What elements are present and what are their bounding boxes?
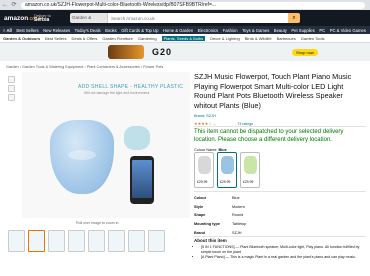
subnav-item[interactable]: Gardening <box>138 36 157 41</box>
spec-row: Mounting type Tabletop <box>194 220 304 229</box>
nav-item[interactable]: Today's Deals <box>75 28 101 33</box>
divider <box>194 191 366 192</box>
swatch-green[interactable]: £29.99 <box>240 152 260 188</box>
spec-row: Colour Blue <box>194 194 304 203</box>
swatch-price: £29.99 <box>220 180 231 184</box>
spec-table: Colour Blue Style Modern Shape Round Mounti… <box>194 194 304 237</box>
main-nav: ≡ All Best Sellers New Releases Today's … <box>0 26 370 34</box>
swatch-price: £29.99 <box>197 180 208 184</box>
nav-item[interactable]: Gift Cards & Top Up <box>121 28 158 33</box>
logo-text: amazon <box>4 14 29 22</box>
search-bar: Garden & Outdoors ▾ ⌕ <box>70 13 300 23</box>
spec-value: Tabletop <box>232 222 247 227</box>
small-pot-image <box>124 126 150 150</box>
spec-value: SZJH <box>232 230 242 235</box>
thumbnail[interactable] <box>148 230 165 252</box>
nav-item[interactable]: New Releases <box>43 28 70 33</box>
thumbnail-strip <box>8 76 16 103</box>
thumbnail[interactable] <box>108 230 125 252</box>
nav-item[interactable]: PC <box>319 28 325 33</box>
subnav-item[interactable]: Birds & Wildlife <box>245 36 272 41</box>
swatch-price: £29.99 <box>243 180 254 184</box>
about-item: [5 IN 1 FUNCTIONS] — Plant Bluetooth spe… <box>201 245 366 255</box>
delivery-alert: This item cannot be dispatched to your s… <box>194 129 344 143</box>
divider <box>194 236 366 237</box>
search-icon[interactable]: ⌕ <box>288 13 300 23</box>
thumbnail[interactable] <box>68 230 85 252</box>
promo-banner[interactable]: G20 Shop now <box>0 43 370 61</box>
site-header: amazon.co.uk Deliver to Serbia Garden & … <box>0 10 370 26</box>
subnav-item[interactable]: Garden & Outdoors <box>3 36 40 41</box>
thumbnail[interactable] <box>48 230 65 252</box>
subnav-item-active[interactable]: Plants, Seeds & Bulbs <box>161 35 206 41</box>
nav-item[interactable]: Books <box>105 28 117 33</box>
deliver-location: Serbia <box>34 17 50 23</box>
nav-item[interactable]: Electronics <box>198 28 218 33</box>
back-icon[interactable]: ← <box>1 1 9 9</box>
nav-item[interactable]: Toys & Games <box>242 28 269 33</box>
subnav-item[interactable]: Best Sellers <box>45 36 66 41</box>
banner-image <box>108 45 144 59</box>
breadcrumb[interactable]: Garden › Garden Tools & Watering Equipme… <box>6 65 163 69</box>
nav-item[interactable]: Home & Garden <box>163 28 193 33</box>
product-image[interactable]: ADD SHELL SHAPE - HEALTHY PLASTIC Will n… <box>22 72 190 218</box>
thumbnail-selected[interactable] <box>28 230 45 252</box>
category-subnav: Garden & Outdoors Best Sellers Deals & O… <box>0 34 370 43</box>
thumbnail[interactable] <box>128 230 145 252</box>
about-heading: About this item <box>194 238 227 243</box>
subnav-item[interactable]: Barbecues <box>277 36 296 41</box>
thumbnail[interactable] <box>88 230 105 252</box>
spec-row: Style Modern <box>194 203 304 212</box>
nav-item-all[interactable]: ≡ All <box>3 28 12 33</box>
subnav-item[interactable]: Garden Tools <box>301 36 325 41</box>
swatch-blue[interactable]: £29.99 <box>217 152 237 188</box>
phone-image <box>130 156 154 204</box>
product-title: SZJH Music Flowerpot, Touch Plant Piano … <box>194 72 352 110</box>
spec-value: Blue <box>232 196 240 201</box>
spec-key: Style <box>194 204 204 209</box>
image-subtagline: Will not damage the light and environmen… <box>84 91 150 95</box>
thumbnail-row <box>8 230 168 252</box>
nav-item[interactable]: PC & Video Games <box>330 28 366 33</box>
spec-value: Round <box>232 213 244 218</box>
swatch-grey[interactable]: £29.99 <box>194 152 214 188</box>
banner-title: G20 <box>152 47 173 57</box>
reload-icon[interactable]: ⟳ <box>10 1 18 9</box>
flowerpot-image <box>50 120 114 194</box>
deliver-to[interactable]: Deliver to Serbia <box>34 13 70 23</box>
address-bar[interactable]: amazon.co.uk/SZJH-Flowerpot-Multi-color-… <box>21 1 365 9</box>
nav-item[interactable]: Beauty <box>274 28 287 33</box>
banner-cta-button[interactable]: Shop now <box>292 48 318 56</box>
about-list: [5 IN 1 FUNCTIONS] — Plant Bluetooth spe… <box>198 245 366 259</box>
subnav-item[interactable]: Garden Furniture <box>102 36 132 41</box>
search-input[interactable] <box>108 13 288 23</box>
subnav-item[interactable]: Deals & Offers <box>71 36 97 41</box>
nav-item[interactable]: Best Sellers <box>16 28 38 33</box>
nav-item[interactable]: Fashion <box>223 28 238 33</box>
spec-key: Brand <box>194 230 205 235</box>
divider <box>194 126 366 127</box>
spec-key: Colour <box>194 196 207 201</box>
thumbnail[interactable] <box>8 230 25 252</box>
zoom-hint: Roll over image to zoom in <box>76 221 119 225</box>
thumbnail[interactable] <box>8 76 15 83</box>
spec-value: Modern <box>232 204 245 209</box>
spec-key: Mounting type <box>194 222 220 227</box>
thumbnail[interactable] <box>8 94 15 101</box>
subnav-item[interactable]: Décor & Lighting <box>210 36 240 41</box>
about-item: [A Plant Piano] — This is a magic Plant … <box>201 255 366 260</box>
search-category-select[interactable]: Garden & Outdoors ▾ <box>70 13 108 23</box>
amazon-logo[interactable]: amazon.co.uk <box>4 14 42 22</box>
brand-link[interactable]: Brand: SZJH <box>194 114 216 118</box>
image-tagline: ADD SHELL SHAPE - HEALTHY PLASTIC <box>78 84 184 90</box>
spec-row: Shape Round <box>194 211 304 220</box>
browser-toolbar: ← ⟳ amazon.co.uk/SZJH-Flowerpot-Multi-co… <box>0 0 370 10</box>
thumbnail[interactable] <box>8 85 15 92</box>
colour-swatches: £29.99 £29.99 £29.99 <box>194 152 263 188</box>
spec-key: Shape <box>194 213 206 218</box>
nav-item[interactable]: Pet Supplies <box>291 28 315 33</box>
